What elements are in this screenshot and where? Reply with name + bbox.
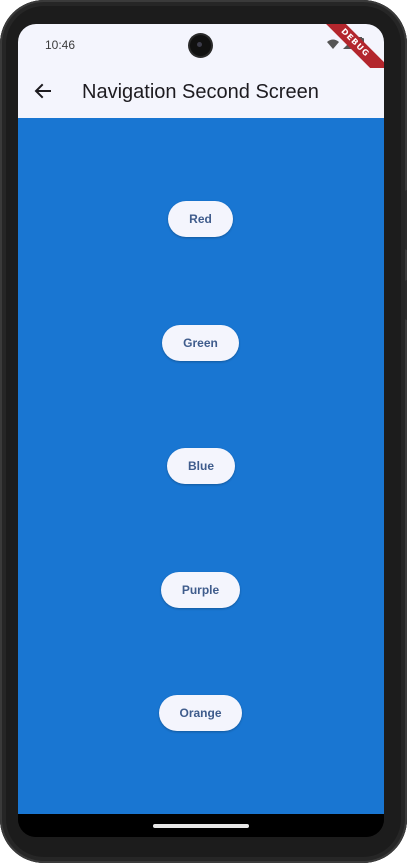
arrow-left-icon (34, 82, 52, 105)
orange-button[interactable]: Orange (159, 695, 242, 731)
green-button[interactable]: Green (162, 325, 239, 361)
purple-button[interactable]: Purple (161, 572, 240, 608)
back-button[interactable] (28, 78, 58, 108)
red-button[interactable]: Red (168, 201, 233, 237)
system-nav-bar (18, 814, 384, 837)
page-title: Navigation Second Screen (82, 81, 319, 103)
blue-button[interactable]: Blue (167, 448, 235, 484)
wifi-icon (327, 36, 339, 54)
home-indicator[interactable] (153, 824, 249, 828)
front-camera (190, 35, 211, 56)
screen: 10:46 DEBUG Navigation Second Screen Red… (18, 24, 384, 837)
main-content: Red Green Blue Purple Orange (18, 118, 384, 814)
app-bar: Navigation Second Screen (18, 68, 384, 118)
phone-frame: 10:46 DEBUG Navigation Second Screen Red… (0, 0, 407, 863)
status-bar: 10:46 DEBUG (18, 24, 384, 87)
status-time: 10:46 (45, 38, 76, 52)
